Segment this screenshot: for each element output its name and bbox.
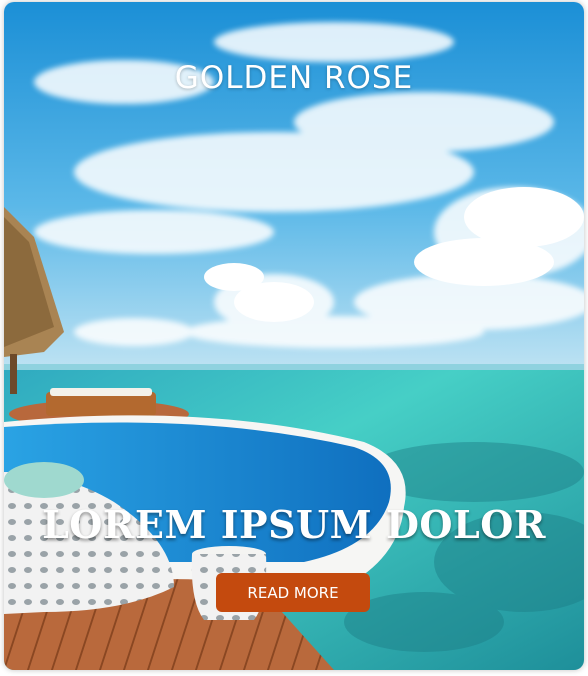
hero-headline: LOREM IPSUM DOLOR [42,502,546,547]
brand-title: GOLDEN ROSE [174,60,414,96]
hero-background-photo [4,2,584,670]
read-more-button[interactable]: READ MORE [216,573,370,612]
hero-card: GOLDEN ROSE LOREM IPSUM DOLOR READ MORE [4,2,584,670]
